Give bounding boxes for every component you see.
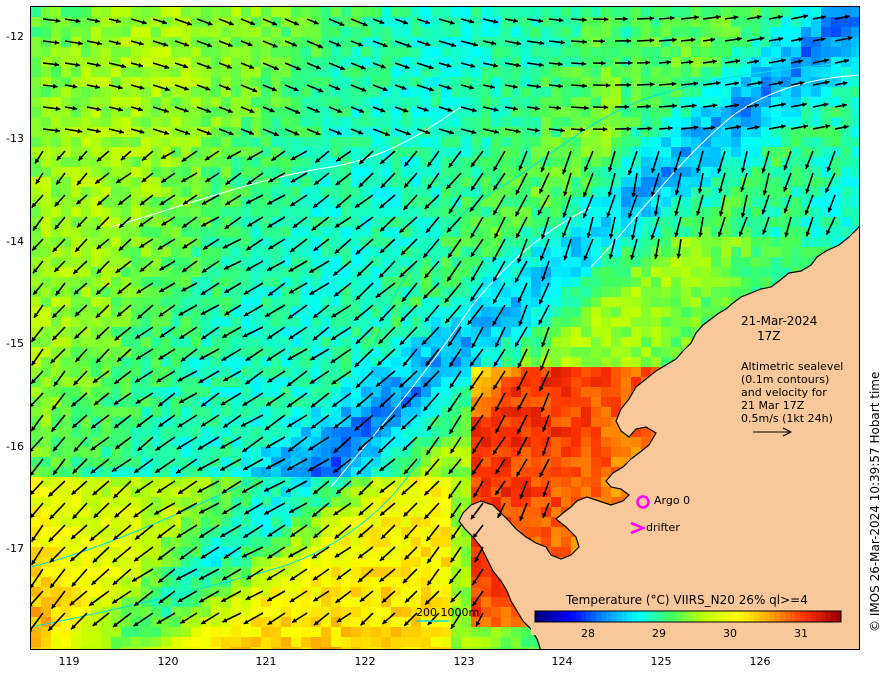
colorbar-tick: 28 (581, 627, 595, 640)
colorbar-title: Temperature (°C) VIIRS_N20 26% ql>=4 (566, 593, 808, 607)
lat-tick: -16 (6, 440, 24, 453)
sst-map (31, 7, 859, 649)
colorbar-tick: 30 (723, 627, 737, 640)
lat-tick: -17 (6, 542, 24, 555)
lon-tick: 122 (354, 655, 376, 668)
lon-tick: 120 (157, 655, 179, 668)
colorbar-tick: 29 (652, 627, 666, 640)
lon-tick: 126 (749, 655, 771, 668)
sealevel-line: 21 Mar 17Z (741, 399, 805, 412)
colorbar-tick: 31 (794, 627, 808, 640)
map-panel[interactable] (30, 6, 860, 650)
sealevel-line: and velocity for (741, 386, 827, 399)
lon-tick: 123 (453, 655, 475, 668)
copyright-notice: © IMOS 26-Mar-2024 10:39:57 Hobart time (868, 371, 880, 632)
lon-tick: 125 (650, 655, 672, 668)
lon-tick: 124 (551, 655, 573, 668)
map-timestamp: 21-Mar-2024 17Z (741, 314, 817, 344)
lat-tick: -15 (6, 337, 24, 350)
sealevel-line: 0.5m/s (1kt 24h) (741, 412, 833, 425)
sealevel-line: Altimetric sealevel (741, 360, 844, 373)
sealevel-description: Altimetric sealevel (0.1m contours) and … (741, 360, 843, 425)
lat-tick: -13 (6, 132, 24, 145)
lon-tick: 119 (58, 655, 80, 668)
timestamp-hour: 17Z (757, 329, 781, 343)
lon-tick: 121 (255, 655, 277, 668)
argo-legend-label: Argo 0 (654, 494, 691, 507)
sealevel-line: (0.1m contours) (741, 373, 830, 386)
lat-tick: -14 (6, 235, 24, 248)
drifter-legend-label: drifter (646, 521, 680, 534)
lat-tick: -12 (6, 30, 24, 43)
contour-legend-label: 200 1000m (416, 606, 480, 619)
timestamp-date: 21-Mar-2024 (741, 314, 818, 328)
